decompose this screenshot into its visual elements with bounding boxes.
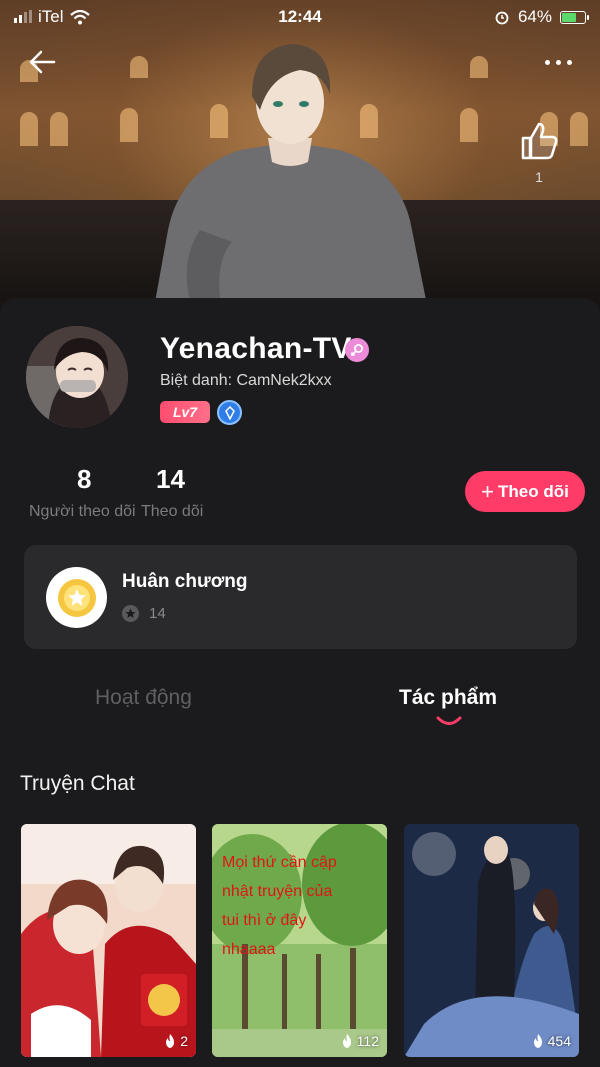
medal-icon <box>46 567 107 628</box>
story-cover-text: Mọi thứ cần cập nhật truyện của tui thì … <box>222 854 337 958</box>
tab-works[interactable]: Tác phẩm <box>399 686 497 710</box>
section-title: Truyện Chat <box>20 772 135 795</box>
back-arrow-icon[interactable] <box>24 44 60 80</box>
like-count: 1 <box>535 169 543 185</box>
clock: 12:44 <box>278 7 322 26</box>
female-gender-icon <box>345 338 369 362</box>
level-badge: Lv7 <box>160 401 210 423</box>
follow-button-label: Theo dõi <box>498 481 569 501</box>
follow-button[interactable]: + Theo dõi <box>465 471 585 512</box>
nickname: Biệt danh: CamNek2kxx <box>160 372 332 389</box>
fire-icon <box>166 1034 175 1048</box>
status-bar: iTel 12:44 64% <box>0 0 600 34</box>
fire-icon <box>342 1034 351 1048</box>
avatar[interactable] <box>26 326 128 428</box>
avatar-image <box>26 326 128 428</box>
followers-label: Người theo dõi <box>29 503 136 520</box>
character-illustration <box>150 44 432 330</box>
tab-activity[interactable]: Hoạt động <box>95 686 192 710</box>
star-icon <box>122 605 139 622</box>
story-cover-image <box>21 824 196 1057</box>
like-button[interactable]: 1 <box>514 118 564 188</box>
following-label: Theo dõi <box>141 503 204 520</box>
active-tab-indicator <box>436 716 462 725</box>
followers-count[interactable]: 8 <box>77 464 91 495</box>
medal-title: Huân chương <box>122 571 248 592</box>
thumbs-up-icon <box>521 122 558 160</box>
verified-badge-icon[interactable] <box>217 400 242 425</box>
medal-count: 14 <box>149 605 166 622</box>
story-card[interactable]: 454 <box>404 824 579 1057</box>
story-cover-image <box>404 824 579 1057</box>
medal-card[interactable]: Huân chương 14 <box>24 545 577 649</box>
profile-name: Yenachan-TV <box>160 332 352 365</box>
story-views: 454 <box>531 1033 571 1049</box>
following-count[interactable]: 14 <box>156 464 185 495</box>
story-views: 2 <box>163 1033 188 1049</box>
more-options-icon[interactable] <box>538 52 578 72</box>
fire-icon <box>533 1034 542 1048</box>
story-card[interactable]: Mọi thứ cần cập nhật truyện của tui thì … <box>212 824 387 1057</box>
battery-icon <box>560 10 589 24</box>
story-card[interactable]: 2 <box>21 824 196 1057</box>
story-views: 112 <box>340 1033 379 1049</box>
plus-icon: + <box>481 478 495 504</box>
